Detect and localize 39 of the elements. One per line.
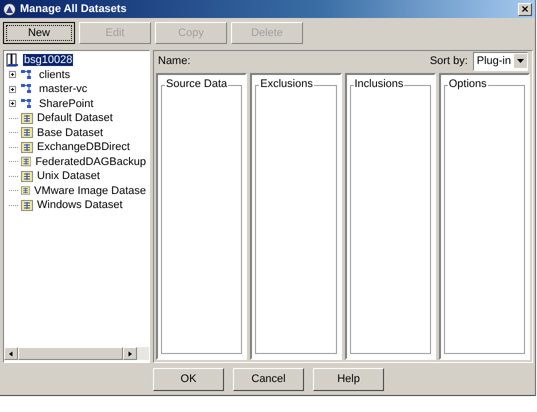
dataset-icon bbox=[21, 127, 33, 138]
tree-item[interactable]: Base Dataset bbox=[36, 126, 104, 139]
scroll-right-icon[interactable] bbox=[126, 350, 134, 358]
dialog-button[interactable]: OK bbox=[153, 368, 224, 390]
group-title: Exclusions bbox=[259, 78, 314, 90]
tree-item[interactable]: ExchangeDBDirect bbox=[36, 141, 131, 154]
tree-item[interactable]: SharePoint bbox=[38, 98, 94, 110]
tree-item[interactable]: master-vc bbox=[38, 83, 88, 96]
expand-icon[interactable] bbox=[9, 86, 18, 93]
server-icon bbox=[6, 53, 20, 68]
dataset-icon bbox=[21, 185, 30, 196]
dataset-icon bbox=[21, 156, 32, 168]
dataset-icon bbox=[21, 170, 33, 182]
window-title: Manage All Datasets bbox=[20, 3, 128, 15]
sort-label: Sort by: bbox=[430, 55, 468, 67]
sort-dropdown[interactable]: Plug-in bbox=[472, 52, 528, 70]
name-label: Name: bbox=[158, 55, 190, 67]
expand-icon[interactable] bbox=[9, 100, 18, 108]
dataset-icon bbox=[21, 112, 33, 124]
horizontal-scrollbar[interactable] bbox=[4, 347, 149, 360]
tree-item[interactable]: Windows Dataset bbox=[36, 199, 124, 212]
dataset-icon bbox=[21, 200, 33, 211]
dialog-button[interactable]: Cancel bbox=[233, 368, 304, 390]
expand-icon[interactable] bbox=[9, 71, 18, 78]
tree-item[interactable]: bsg10028 bbox=[23, 54, 74, 66]
tree-item[interactable]: Default Dataset bbox=[36, 112, 114, 124]
group-title: Inclusions bbox=[354, 78, 404, 90]
toolbar-button[interactable]: New bbox=[3, 22, 75, 44]
tree-item[interactable]: FederatedDAGBackup bbox=[34, 156, 147, 168]
dialog-button[interactable]: Help bbox=[313, 368, 384, 390]
scroll-left-icon[interactable] bbox=[7, 350, 15, 358]
tree-item[interactable]: clients bbox=[38, 68, 72, 81]
app-icon bbox=[3, 2, 16, 16]
group-title: Options bbox=[448, 78, 488, 90]
dataset-icon bbox=[21, 142, 33, 153]
tree-item[interactable]: VMware Image Datase bbox=[33, 184, 147, 197]
tree-item[interactable]: Unix Dataset bbox=[36, 170, 101, 182]
close-button[interactable]: × bbox=[518, 2, 532, 16]
group-title: Source Data bbox=[165, 78, 228, 90]
